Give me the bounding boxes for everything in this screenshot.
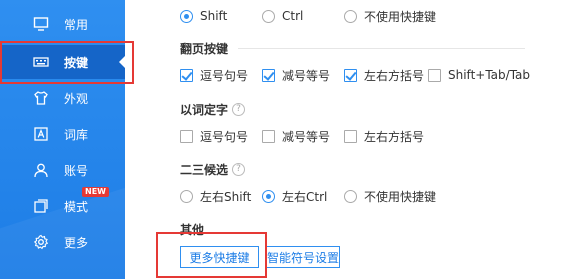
checkbox[interactable] [344,129,357,143]
radio-left-right-shift[interactable]: 左右Shift [180,186,251,206]
radio-circle[interactable] [262,9,275,23]
checkbox-comma-period[interactable]: 逗号句号 [180,65,248,85]
user-icon [33,162,49,178]
section-title: 以词定字 [180,102,229,117]
sidebar-item-common[interactable]: 常用 [0,7,125,41]
sidebar-item-appearance[interactable]: 外观 [0,81,125,115]
section-title: 翻页按键 [180,41,229,56]
checkbox-brackets[interactable]: 左右方括号 [344,65,424,85]
sidebar-item-account[interactable]: 账号 [0,153,125,187]
checkbox[interactable] [344,68,357,82]
gear-icon [33,234,49,250]
monitor-icon [33,16,49,32]
radio-circle[interactable] [262,189,275,203]
checkbox[interactable] [428,68,441,82]
checkbox[interactable] [262,68,275,82]
checkbox-shift-tab[interactable]: Shift+Tab/Tab [428,65,530,85]
mode-icon [33,198,49,214]
radio-circle[interactable] [180,9,193,23]
checkbox-minus-equal[interactable]: 减号等号 [262,126,330,146]
sidebar-item-label: 词库 [64,127,89,142]
radio-circle[interactable] [344,189,357,203]
checkbox[interactable] [180,68,193,82]
radio-circle[interactable] [344,9,357,23]
checkbox[interactable] [180,129,193,143]
section-word-select: 以词定字 ? [180,100,525,118]
radio-shift[interactable]: Shift [180,6,227,26]
section-title: 二三候选 [180,162,229,177]
checkbox-minus-equal[interactable]: 减号等号 [262,65,330,85]
sidebar-item-dictionary[interactable]: 词库 [0,117,125,151]
radio-left-right-ctrl[interactable]: 左右Ctrl [262,186,327,206]
checkbox-comma-period[interactable]: 逗号句号 [180,126,248,146]
sidebar-item-label: 外观 [64,91,89,106]
dictionary-icon [33,126,49,142]
divider [238,47,525,49]
checkbox-brackets[interactable]: 左右方括号 [344,126,424,146]
sidebar-item-label: 常用 [64,17,89,32]
section-page-turn: 翻页按键 [180,39,525,57]
smart-symbol-settings-button[interactable]: 智能符号设置 [266,246,340,268]
radio-no-shortcut[interactable]: 不使用快捷键 [344,6,436,26]
radio-ctrl[interactable]: Ctrl [262,6,303,26]
help-icon[interactable]: ? [232,102,246,116]
shirt-icon [33,90,49,106]
selection-highlight [0,41,134,84]
sidebar-item-label: 更多 [64,235,89,250]
sidebar-item-label: 模式 [64,199,89,214]
selection-highlight [156,232,267,278]
radio-circle[interactable] [180,189,193,203]
help-icon[interactable]: ? [232,162,246,176]
radio-no-shortcut[interactable]: 不使用快捷键 [344,186,436,206]
section-candidate-23: 二三候选 ? [180,160,525,178]
new-badge: NEW [82,187,109,197]
checkbox[interactable] [262,129,275,143]
sidebar-item-label: 账号 [64,163,89,178]
sidebar-item-more[interactable]: 更多 [0,225,125,259]
